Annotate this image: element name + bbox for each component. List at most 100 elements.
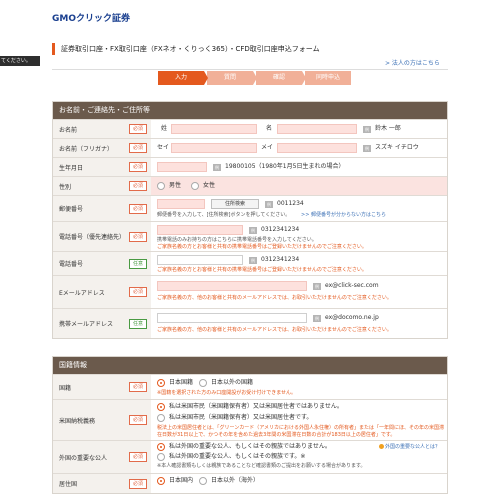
peps-help-link[interactable]: 外国の重要な公人とは？ — [379, 444, 440, 451]
us-tax-note-line2: 在日数が31日以上で、かつその年を含めた過去3年間の米国滞在日数の合計が183日… — [157, 432, 396, 438]
field-label: お名前 — [59, 126, 78, 134]
gmo-click-logo[interactable]: GMOクリック証券 — [52, 11, 130, 24]
field-label: 郵便番号 — [59, 206, 84, 213]
progress-steps: 入力 質問 確認 同時申込 — [158, 71, 354, 85]
kana-row: お名前（フリガナ） 必須 セイ メイ 例 スズキ イチロウ — [53, 138, 447, 157]
step-confirm: 確認 — [256, 71, 306, 85]
required-badge: 必須 — [128, 231, 147, 242]
phone-warning: ご家族名義の方とお客様と共有の携帯電話番号はご登録いただけませんのでご注意くださ… — [157, 244, 367, 250]
radio-label: 私は外国の重要な公人、もしくはその親族ではありません。 — [169, 443, 331, 450]
field-label: 生年月日 — [59, 164, 84, 172]
field-label: 居住国 — [59, 481, 78, 488]
gender-female-radio[interactable] — [191, 182, 199, 190]
nationality-section: 国籍情報 国籍 必須 日本国籍 日本以外の国籍 ※国籍を選択された方のみ口座開設が… — [52, 356, 448, 494]
radio-label: 私は外国の重要な公人、もしくはその親族です。※ — [169, 453, 306, 460]
required-badge: 必須 — [128, 162, 147, 172]
radio-label: 日本以外の国籍 — [211, 379, 254, 386]
field-label: 電話番号 — [59, 261, 84, 268]
required-badge: 必須 — [128, 181, 147, 191]
example-text: 0312341234 — [261, 256, 300, 263]
required-badge: 必須 — [128, 143, 147, 153]
example-tag: 例 — [363, 126, 371, 133]
mobile-email-input[interactable] — [157, 313, 307, 323]
primary-phone-row: 電話番号（優先連絡先） 必須 例 0312341234 携帯電話のみお持ちの方はこ… — [53, 221, 447, 251]
example-text: ex@click-sec.com — [325, 282, 379, 289]
step-input: 入力 — [158, 71, 208, 85]
nationality-japan-radio[interactable] — [157, 379, 165, 387]
email-row: Eメールアドレス 必須 例 ex@click-sec.com ご家族名義の方、他の… — [53, 275, 447, 308]
optional-badge: 任意 — [128, 258, 147, 269]
residence-overseas-radio[interactable] — [199, 477, 207, 485]
section-heading: お名前・ご連絡先・ご住所等 — [53, 102, 447, 119]
example-text: 19800105（1980年1月5日生まれの場合） — [225, 163, 345, 170]
primary-phone-input[interactable] — [157, 225, 243, 235]
sei-kana-label: セイ — [157, 144, 170, 151]
field-label: Eメールアドレス — [59, 289, 105, 297]
required-badge: 必須 — [128, 287, 147, 297]
birthdate-input[interactable] — [157, 162, 207, 172]
question-icon — [379, 444, 384, 449]
postal-code-input[interactable] — [157, 199, 205, 209]
residence-japan-radio[interactable] — [157, 477, 165, 485]
peps-no-radio[interactable] — [157, 443, 165, 451]
email-input[interactable] — [157, 281, 307, 291]
phone-note: 携帯電話のみお持ちの方はこちらに携帯電話番号を入力してください。 — [157, 237, 317, 243]
field-label: お名前（フリガナ） — [59, 145, 114, 153]
radio-label: 日本国籍 — [169, 379, 194, 386]
example-text: 0312341234 — [261, 226, 300, 233]
personal-info-section: お名前・ご連絡先・ご住所等 お名前 必須 姓 名 例 鈴木 一郎 お名前（フリガナ… — [52, 101, 448, 339]
address-search-button[interactable]: 住所検索 — [211, 199, 259, 209]
us-tax-no-radio[interactable] — [157, 403, 165, 411]
postal-row: 郵便番号 必須 住所検索 例 0011234 郵便番号を入力して、[住所検索]ボタ… — [53, 195, 447, 221]
peps-row: 外国の重要な公人 必須 私は外国の重要な公人、もしくはその親族ではありません。 外… — [53, 440, 447, 473]
required-badge: 必須 — [128, 452, 147, 462]
us-tax-yes-radio[interactable] — [157, 414, 165, 422]
optional-badge: 任意 — [128, 318, 147, 329]
radio-label: 日本以外（海外） — [211, 477, 260, 484]
first-name-input[interactable] — [277, 124, 357, 134]
field-label: 米国納税義務 — [59, 417, 96, 425]
name-row: お名前 必須 姓 名 例 鈴木 一郎 — [53, 119, 447, 138]
radio-label: 女性 — [203, 182, 216, 189]
peps-note: ※本人確認書類もしくは親族であることなど確認書類のご提出をお願いする場合がありま… — [157, 463, 366, 469]
nationality-other-radio[interactable] — [199, 379, 207, 387]
postal-help-link[interactable]: >> 郵便番号が分からない方はこちら — [301, 212, 386, 219]
required-badge: 必須 — [128, 382, 147, 392]
last-name-input[interactable] — [171, 124, 257, 134]
divider — [52, 69, 448, 70]
example-tag: 例 — [265, 201, 273, 208]
field-label: 国籍 — [59, 384, 72, 392]
mei-kana-label: メイ — [261, 144, 274, 151]
mei-label: 名 — [266, 125, 273, 132]
field-label: 携帯メールアドレス — [59, 321, 114, 328]
gender-row: 性別 必須 男性 女性 — [53, 176, 447, 195]
step-question: 質問 — [207, 71, 257, 85]
radio-label: 私は米国市民（米国籍保有者）又は米国居住者ではありません。 — [169, 403, 343, 410]
mobile-email-row: 携帯メールアドレス 任意 例 ex@docomo.ne.jp ご家族名義の方、他の… — [53, 308, 447, 338]
residence-row: 居住国 必須 日本国内 日本以外（海外） — [53, 473, 447, 493]
gender-male-radio[interactable] — [157, 182, 165, 190]
peps-yes-radio[interactable] — [157, 453, 165, 461]
first-name-kana-input[interactable] — [277, 143, 357, 153]
corporate-link[interactable]: > 法人の方はこちら — [385, 58, 440, 67]
email-warning: ご家族名義の方、他のお客様と共有のメールアドレスでは、お取引いただけませんのでご… — [157, 327, 392, 333]
example-tag: 例 — [363, 145, 371, 152]
example-text: ex@docomo.ne.jp — [325, 314, 379, 321]
example-tag: 例 — [313, 283, 321, 290]
last-name-kana-input[interactable] — [171, 143, 257, 153]
page-title: 証券取引口座・FX取引口座（FXネオ・くりっく365）・CFD取引口座申込フォー… — [52, 43, 320, 55]
step-simultaneous: 同時申込 — [305, 71, 351, 85]
secondary-phone-input[interactable] — [157, 255, 243, 265]
email-warning: ご家族名義の方、他のお客様と共有のメールアドレスでは、お取引いただけませんのでご… — [157, 295, 392, 301]
required-badge: 必須 — [128, 124, 147, 134]
phone-warning: ご家族名義の方とお客様と共有の携帯電話番号はご登録いただけませんのでご注意くださ… — [157, 267, 367, 273]
nationality-row: 国籍 必須 日本国籍 日本以外の国籍 ※国籍を選択された方のみ口座開設がお受け付け… — [53, 374, 447, 399]
sei-label: 姓 — [161, 125, 168, 132]
example-tag: 例 — [249, 257, 257, 264]
required-badge: 必須 — [128, 415, 147, 425]
postal-note: 郵便番号を入力して、[住所検索]ボタンを押してください。 — [157, 212, 291, 218]
secondary-phone-row: 電話番号 任意 例 0312341234 ご家族名義の方とお客様と共有の携帯電話番… — [53, 251, 447, 275]
field-label: 外国の重要な公人 — [59, 454, 108, 462]
section-heading: 国籍情報 — [53, 357, 447, 374]
example-tag: 例 — [213, 164, 221, 171]
